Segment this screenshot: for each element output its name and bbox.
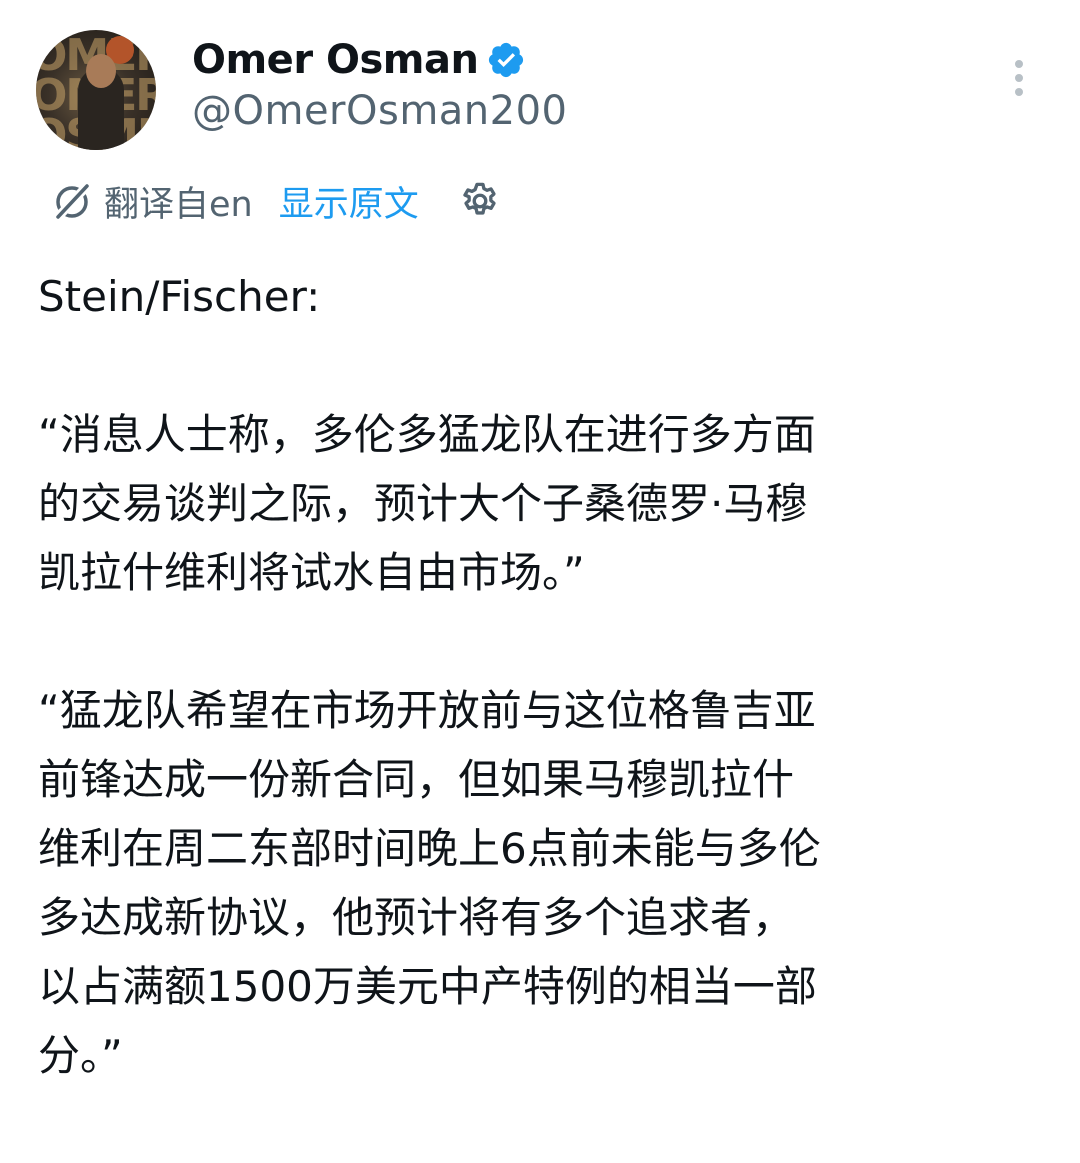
author-handle[interactable]: @OmerOsman200 [192,88,568,134]
verified-badge-icon [488,42,524,78]
tweet-quote-2: “猛龙队希望在市场开放前与这位格鲁吉亚 前锋达成一份新合同，但如果马穆凯拉什 维… [38,686,821,1080]
avatar-head [86,54,116,88]
more-vertical-icon[interactable] [1004,58,1034,98]
author-name[interactable]: Omer Osman [192,38,479,82]
translated-from-label: 翻译自en [104,184,253,225]
show-original-link[interactable]: 显示原文 [279,176,419,227]
translation-bar: 翻译自en 显示原文 [50,176,501,226]
tweet-text: Stein/Fischer: “消息人士称，多伦多猛龙队在进行多方面 的交易谈判… [38,262,1048,1090]
gear-icon[interactable] [459,180,501,222]
translate-icon [54,182,91,221]
tweet-source-line: Stein/Fischer: [38,272,321,321]
avatar[interactable]: OMEROMEROSMN [36,30,156,150]
tweet-quote-1: “消息人士称，多伦多猛龙队在进行多方面 的交易谈判之际，预计大个子桑德罗·马穆 … [38,410,816,597]
